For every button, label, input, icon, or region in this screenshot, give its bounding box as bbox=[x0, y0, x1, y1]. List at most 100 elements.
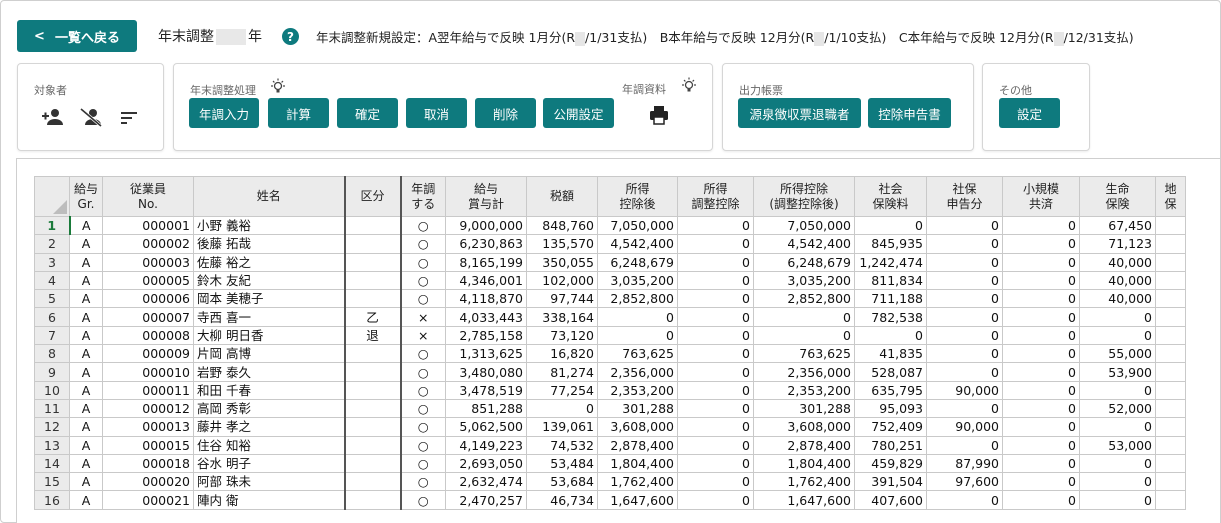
cell-gr[interactable]: A bbox=[69, 417, 103, 437]
cell-soc[interactable]: 407,600 bbox=[854, 490, 927, 510]
row-number[interactable]: 10 bbox=[34, 380, 70, 400]
row-number[interactable]: 5 bbox=[34, 289, 70, 309]
cell-small[interactable]: 0 bbox=[1002, 252, 1080, 272]
row-number[interactable]: 14 bbox=[34, 453, 70, 474]
cell-after[interactable]: 4,542,400 bbox=[597, 234, 678, 254]
table-row[interactable]: 11 A 000012 高岡 秀彰 ○ 851,288 0 301,288 0 301,288 95… bbox=[34, 398, 1186, 419]
lightbulb-icon[interactable] bbox=[680, 77, 698, 99]
table-row[interactable]: 15 A 000020 阿部 珠未 ○ 2,632,474 53,684 1,762,400 0… bbox=[34, 472, 1186, 492]
row-number[interactable]: 6 bbox=[34, 307, 70, 327]
cell-kubun[interactable] bbox=[344, 435, 402, 455]
cell-name[interactable]: 谷水 明子 bbox=[193, 453, 346, 474]
header-year-end-flag[interactable]: 年調 する bbox=[400, 176, 446, 217]
cell-no[interactable]: 000018 bbox=[102, 453, 194, 474]
delete-button[interactable]: 削除 bbox=[475, 98, 536, 128]
cell-gr[interactable]: A bbox=[69, 325, 103, 346]
table-row[interactable]: 14 A 000018 谷水 明子 ○ 2,693,050 53,484 1,804,400 0… bbox=[34, 453, 1186, 474]
cell-soc[interactable]: 752,409 bbox=[854, 417, 927, 437]
cell-nencho[interactable]: × bbox=[400, 325, 446, 346]
header-social-insurance[interactable]: 社会 保険料 bbox=[854, 176, 927, 217]
cell-no[interactable]: 000008 bbox=[102, 325, 194, 346]
cell-ded[interactable]: 2,852,800 bbox=[753, 289, 855, 309]
cell-pay[interactable]: 4,118,870 bbox=[445, 289, 527, 309]
cell-name[interactable]: 岩野 泰久 bbox=[193, 362, 346, 382]
cell-after[interactable]: 1,804,400 bbox=[597, 453, 678, 474]
withholding-slip-retirees-button[interactable]: 源泉徴収票退職者 bbox=[738, 98, 861, 128]
table-row[interactable]: 2 A 000002 後藤 拓哉 ○ 6,230,863 135,570 4,542,400 0… bbox=[34, 234, 1186, 254]
cell-name[interactable]: 住谷 知裕 bbox=[193, 435, 346, 455]
cell-after[interactable]: 1,647,600 bbox=[597, 490, 678, 510]
cell-earthquake[interactable] bbox=[1155, 435, 1186, 455]
cell-tax[interactable]: 97,744 bbox=[526, 289, 598, 309]
cell-nencho[interactable]: ○ bbox=[400, 453, 446, 474]
cell-shaho[interactable]: 0 bbox=[926, 344, 1003, 364]
cell-no[interactable]: 000013 bbox=[102, 417, 194, 437]
cell-gr[interactable]: A bbox=[69, 234, 103, 254]
cell-earthquake[interactable] bbox=[1155, 344, 1186, 364]
cell-earthquake[interactable] bbox=[1155, 490, 1186, 510]
cell-name[interactable]: 佐藤 裕之 bbox=[193, 252, 346, 272]
cell-name[interactable]: 片岡 高博 bbox=[193, 344, 346, 364]
cell-soc[interactable]: 459,829 bbox=[854, 453, 927, 474]
cell-soc[interactable]: 782,538 bbox=[854, 307, 927, 327]
table-row[interactable]: 10 A 000011 和田 千春 ○ 3,478,519 77,254 2,353,200 0… bbox=[34, 380, 1186, 400]
cell-no[interactable]: 000020 bbox=[102, 472, 194, 492]
cell-small[interactable]: 0 bbox=[1002, 435, 1080, 455]
cell-small[interactable]: 0 bbox=[1002, 289, 1080, 309]
row-number[interactable]: 13 bbox=[34, 435, 70, 455]
cell-no[interactable]: 000009 bbox=[102, 344, 194, 364]
cell-soc[interactable]: 528,087 bbox=[854, 362, 927, 382]
cell-shaho[interactable]: 0 bbox=[926, 362, 1003, 382]
cell-no[interactable]: 000010 bbox=[102, 362, 194, 382]
cell-no[interactable]: 000006 bbox=[102, 289, 194, 309]
table-row[interactable]: 7 A 000008 大柳 明日香退 × 2,785,158 73,120 0 0 0 0 0 0 0 bbox=[34, 325, 1186, 346]
row-number[interactable]: 1 bbox=[34, 215, 71, 236]
cell-earthquake[interactable] bbox=[1155, 398, 1186, 419]
cell-adj[interactable]: 0 bbox=[677, 289, 754, 309]
cell-tax[interactable]: 73,120 bbox=[526, 325, 598, 346]
cell-ded[interactable]: 6,248,679 bbox=[753, 252, 855, 272]
cell-life[interactable]: 53,000 bbox=[1079, 435, 1156, 455]
cell-adj[interactable]: 0 bbox=[677, 362, 754, 382]
cell-earthquake[interactable] bbox=[1155, 234, 1186, 254]
cell-shaho[interactable]: 0 bbox=[926, 215, 1003, 236]
cell-kubun[interactable] bbox=[344, 472, 402, 492]
cell-no[interactable]: 000012 bbox=[102, 398, 194, 419]
cell-name[interactable]: 鈴木 友紀 bbox=[193, 270, 346, 291]
cell-ded[interactable]: 301,288 bbox=[753, 398, 855, 419]
cell-life[interactable]: 40,000 bbox=[1079, 252, 1156, 272]
cell-ded[interactable]: 4,542,400 bbox=[753, 234, 855, 254]
cell-name[interactable]: 寺西 喜一 bbox=[193, 307, 346, 327]
cell-nencho[interactable]: ○ bbox=[400, 490, 446, 510]
cell-adj[interactable]: 0 bbox=[677, 215, 754, 236]
cell-gr[interactable]: A bbox=[69, 362, 103, 382]
header-salary-group[interactable]: 給与 Gr. bbox=[69, 176, 103, 217]
remove-person-icon[interactable] bbox=[78, 104, 104, 130]
cell-earthquake[interactable] bbox=[1155, 380, 1186, 400]
header-small-business-mutual[interactable]: 小規模 共済 bbox=[1002, 176, 1080, 217]
cell-kubun[interactable] bbox=[344, 380, 402, 400]
cell-soc[interactable]: 780,251 bbox=[854, 435, 927, 455]
cell-tax[interactable]: 102,000 bbox=[526, 270, 598, 291]
cell-small[interactable]: 0 bbox=[1002, 344, 1080, 364]
cell-pay[interactable]: 4,033,443 bbox=[445, 307, 527, 327]
cell-small[interactable]: 0 bbox=[1002, 270, 1080, 291]
cell-earthquake[interactable] bbox=[1155, 252, 1186, 272]
cell-after[interactable]: 3,035,200 bbox=[597, 270, 678, 291]
cell-shaho[interactable]: 0 bbox=[926, 270, 1003, 291]
cell-nencho[interactable]: ○ bbox=[400, 234, 446, 254]
cell-earthquake[interactable] bbox=[1155, 453, 1186, 474]
cell-tax[interactable]: 77,254 bbox=[526, 380, 598, 400]
cell-after[interactable]: 2,878,400 bbox=[597, 435, 678, 455]
cell-no[interactable]: 000001 bbox=[102, 215, 194, 236]
cell-ded[interactable]: 3,035,200 bbox=[753, 270, 855, 291]
cell-name[interactable]: 小野 義裕 bbox=[193, 215, 346, 236]
deduction-declaration-button[interactable]: 控除申告書 bbox=[868, 98, 951, 128]
cell-life[interactable]: 0 bbox=[1079, 472, 1156, 492]
cell-life[interactable]: 0 bbox=[1079, 307, 1156, 327]
cell-small[interactable]: 0 bbox=[1002, 380, 1080, 400]
cell-gr[interactable]: A bbox=[69, 289, 103, 309]
cell-life[interactable]: 67,450 bbox=[1079, 215, 1156, 236]
table-row[interactable]: 6 A 000007 寺西 喜一乙 × 4,033,443 338,164 0 0 0 782,53… bbox=[34, 307, 1186, 327]
header-life-insurance[interactable]: 生命 保険 bbox=[1079, 176, 1156, 217]
